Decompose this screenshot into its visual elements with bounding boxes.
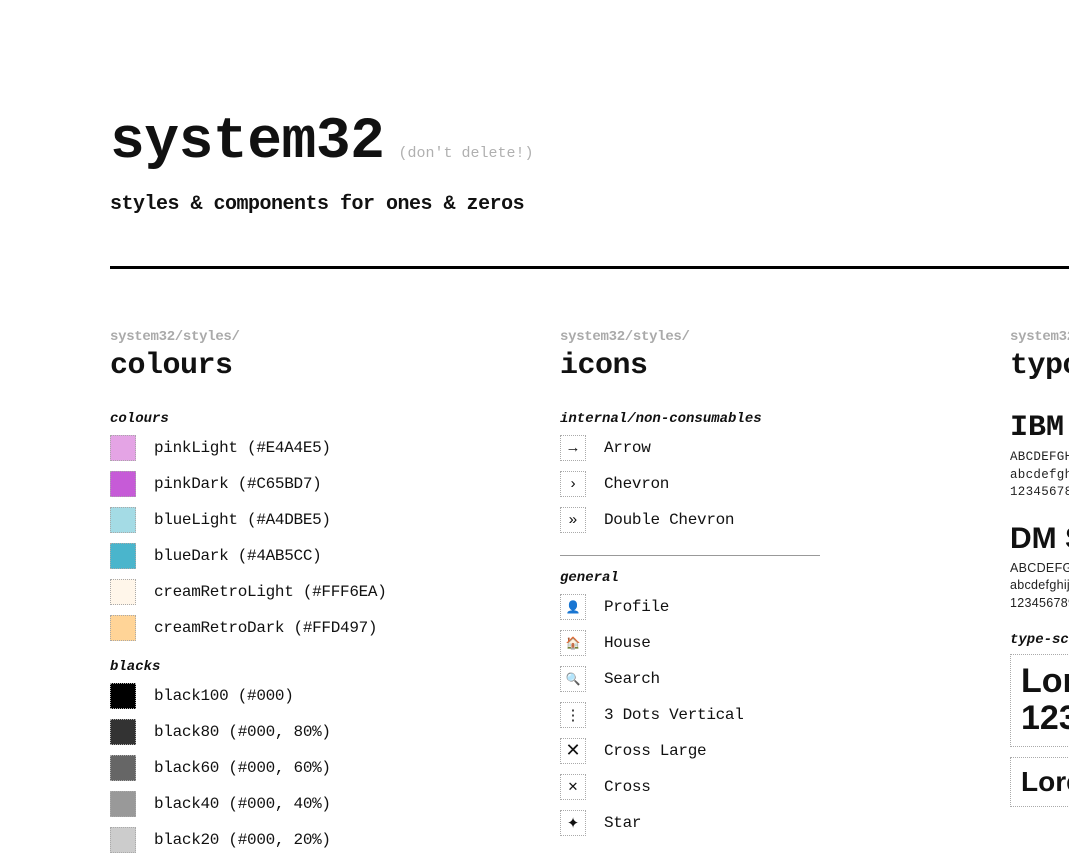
swatch-black40: [110, 791, 136, 817]
breadcrumb: system32/styles/: [1010, 329, 1069, 345]
colour-item: blueDark (#4AB5CC): [110, 543, 410, 569]
colour-item: creamRetroLight (#FFF6EA): [110, 579, 410, 605]
icon-label: Profile: [604, 598, 669, 616]
sample-lowercase: abcdefghijklmnopqrstuvwxyz: [1010, 467, 1069, 485]
colour-item: black100 (#000): [110, 683, 410, 709]
arrow-icon: →: [560, 435, 586, 461]
colours-section: system32/styles/ colours colours pinkLig…: [110, 329, 410, 863]
colour-item: black80 (#000, 80%): [110, 719, 410, 745]
sample-uppercase: ABCDEFGHIJKLMNOPQRSTUVWXYZ: [1010, 449, 1069, 467]
type-scale-sample: Lorem Ipsum: [1010, 757, 1069, 807]
icon-label: Chevron: [604, 475, 669, 493]
icon-item: → Arrow: [560, 435, 860, 461]
section-title-typography: typography: [1010, 349, 1069, 383]
typeface-name: IBM Plex Mono: [1010, 411, 1069, 445]
swatch-bluelight: [110, 507, 136, 533]
swatch-pinklight: [110, 435, 136, 461]
swatch-label: black20 (#000, 20%): [154, 831, 331, 849]
double-chevron-icon: »: [560, 507, 586, 533]
swatch-label: black60 (#000, 60%): [154, 759, 331, 777]
icon-label: 3 Dots Vertical: [604, 706, 744, 724]
icon-item: › Chevron: [560, 471, 860, 497]
icons-section: system32/styles/ icons internal/non-cons…: [560, 329, 860, 863]
title-note: (don't delete!): [398, 145, 533, 162]
swatch-label: pinkLight (#E4A4E5): [154, 439, 331, 457]
subtitle: styles & components for ones & zeros: [110, 193, 1069, 216]
typeface-block: IBM Plex Mono ABCDEFGHIJKLMNOPQRSTUVWXYZ…: [1010, 411, 1069, 502]
profile-icon: 👤: [560, 594, 586, 620]
section-title-colours: colours: [110, 349, 410, 383]
sample-digits: 1234567890: [1010, 484, 1069, 502]
divider: [560, 555, 820, 556]
swatch-black100: [110, 683, 136, 709]
icon-label: Search: [604, 670, 660, 688]
sample-uppercase: ABCDEFGHIJKLMNOPQRSTUVWXYZ: [1010, 560, 1069, 578]
icon-label: Cross: [604, 778, 651, 796]
group-label: blacks: [110, 659, 410, 675]
colour-item: pinkDark (#C65BD7): [110, 471, 410, 497]
swatch-black20: [110, 827, 136, 853]
divider: [110, 266, 1069, 269]
icon-label: House: [604, 634, 651, 652]
icon-item: 🔍 Search: [560, 666, 860, 692]
colour-item: creamRetroDark (#FFD497): [110, 615, 410, 641]
group-label: internal/non-consumables: [560, 411, 860, 427]
swatch-label: black80 (#000, 80%): [154, 723, 331, 741]
swatch-pinkdark: [110, 471, 136, 497]
icon-label: Star: [604, 814, 641, 832]
typography-section: system32/styles/ typography IBM Plex Mon…: [1010, 329, 1069, 863]
sample-lowercase: abcdefghijklmnopqrstuvwxyz: [1010, 577, 1069, 595]
icon-item: ⋮ 3 Dots Vertical: [560, 702, 860, 728]
colour-item: black40 (#000, 40%): [110, 791, 410, 817]
swatch-black80: [110, 719, 136, 745]
scale-sample-text: Lorem Ipsum: [1021, 663, 1069, 700]
swatch-creamlight: [110, 579, 136, 605]
breadcrumb: system32/styles/: [110, 329, 410, 345]
type-scale-sample: Lorem Ipsum 1234567890: [1010, 654, 1069, 747]
group-label: colours: [110, 411, 410, 427]
sample-digits: 1234567890: [1010, 595, 1069, 613]
swatch-bluedark: [110, 543, 136, 569]
typeface-name: DM Sans: [1010, 522, 1069, 556]
icon-label: Cross Large: [604, 742, 706, 760]
star-icon: ✦: [560, 810, 586, 836]
colour-item: black60 (#000, 60%): [110, 755, 410, 781]
cross-large-icon: ✕: [560, 738, 586, 764]
colour-item: blueLight (#A4DBE5): [110, 507, 410, 533]
icon-item: » Double Chevron: [560, 507, 860, 533]
swatch-creamdark: [110, 615, 136, 641]
page-title: system32: [110, 110, 384, 175]
section-title-icons: icons: [560, 349, 860, 383]
search-icon: 🔍: [560, 666, 586, 692]
swatch-label: pinkDark (#C65BD7): [154, 475, 321, 493]
icon-item: ✦ Star: [560, 810, 860, 836]
icon-item: ✕ Cross: [560, 774, 860, 800]
swatch-black60: [110, 755, 136, 781]
icon-label: Double Chevron: [604, 511, 734, 529]
cross-icon: ✕: [560, 774, 586, 800]
type-scale-label: type-scale (typeface independent): [1010, 632, 1069, 648]
icon-item: 🏠 House: [560, 630, 860, 656]
house-icon: 🏠: [560, 630, 586, 656]
icon-label: Arrow: [604, 439, 651, 457]
swatch-label: blueDark (#4AB5CC): [154, 547, 321, 565]
scale-sample-text: Lorem Ipsum: [1021, 766, 1069, 798]
swatch-label: creamRetroDark (#FFD497): [154, 619, 377, 637]
typeface-block: DM Sans ABCDEFGHIJKLMNOPQRSTUVWXYZ abcde…: [1010, 522, 1069, 613]
swatch-label: black100 (#000): [154, 687, 294, 705]
icon-item: ✕ Cross Large: [560, 738, 860, 764]
swatch-label: creamRetroLight (#FFF6EA): [154, 583, 387, 601]
group-label: general: [560, 570, 860, 586]
swatch-label: blueLight (#A4DBE5): [154, 511, 331, 529]
breadcrumb: system32/styles/: [560, 329, 860, 345]
colour-item: pinkLight (#E4A4E5): [110, 435, 410, 461]
chevron-icon: ›: [560, 471, 586, 497]
three-dots-vertical-icon: ⋮: [560, 702, 586, 728]
scale-sample-digits: 1234567890: [1021, 700, 1069, 737]
colour-item: black20 (#000, 20%): [110, 827, 410, 853]
icon-item: 👤 Profile: [560, 594, 860, 620]
swatch-label: black40 (#000, 40%): [154, 795, 331, 813]
